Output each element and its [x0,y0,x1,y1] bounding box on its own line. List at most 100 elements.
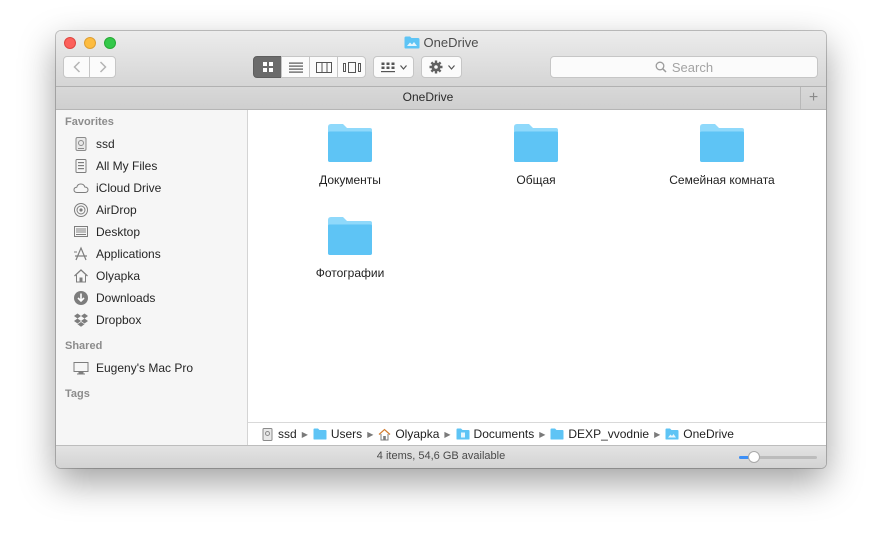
applications-icon [74,246,87,261]
sidebar-item-airdrop[interactable]: AirDrop [73,200,137,220]
icon-view-button[interactable] [253,56,282,78]
sidebar: Favorites ssd All My Files iCloud Drive … [56,110,248,445]
sidebar-item-label: AirDrop [96,203,137,217]
desktop-icon [74,226,88,237]
disk-icon [75,137,87,151]
sidebar-item-downloads[interactable]: Downloads [73,288,155,308]
path-separator-icon: ▶ [539,429,546,439]
sidebar-item-label: All My Files [96,159,158,173]
folder-name: Документы [319,173,381,187]
folder-icon [328,217,372,255]
path-label: DEXP_vvodnie [568,427,650,441]
sidebar-item-label: Eugeny's Mac Pro [96,361,194,375]
sidebar-item-label: Olyapka [96,269,141,283]
disk-icon [262,427,273,441]
folder-item[interactable]: Общая [446,123,626,187]
onedrive-folder-icon [404,36,420,49]
folder-icon [700,124,744,162]
home-icon [74,269,88,283]
all-files-icon [75,159,87,173]
status-text: 4 items, 54,6 GB available [376,450,506,462]
sidebar-item-label: Dropbox [96,313,142,327]
sidebar-item-applications[interactable]: Applications [73,244,161,264]
downloads-icon [74,291,88,305]
path-label: Olyapka [395,427,440,441]
sidebar-item-icloud-drive[interactable]: iCloud Drive [73,178,161,198]
documents-folder-icon [456,428,470,440]
folder-item[interactable]: Документы [260,123,440,187]
cover-flow-icon [342,61,361,73]
sidebar-heading-shared: Shared [65,340,103,352]
path-separator-icon: ▶ [367,429,374,439]
file-browser: Документы Общая Семейная комната Фотогра… [248,110,826,422]
cloud-icon [73,183,89,193]
sidebar-item-dropbox[interactable]: Dropbox [73,310,141,330]
path-label: OneDrive [683,427,734,441]
sidebar-item-label: iCloud Drive [96,181,162,195]
folder-icon [550,428,564,440]
chevron-right-icon [99,61,107,73]
sidebar-item-label: Applications [96,247,161,261]
forward-button[interactable] [89,56,116,78]
folder-item[interactable]: Фотографии [260,216,440,280]
path-label: Documents [473,427,535,441]
icon-size-slider[interactable] [739,451,817,463]
airdrop-icon [74,203,88,217]
search-icon [655,61,667,73]
home-icon [378,428,391,440]
action-button[interactable] [421,56,462,78]
path-item-onedrive[interactable]: OneDrive [665,427,734,441]
path-label: ssd [278,427,297,441]
sidebar-item-label: ssd [96,137,115,151]
search-placeholder: Search [671,59,714,75]
folder-icon [514,124,558,162]
back-button[interactable] [63,56,90,78]
folder-name: Общая [516,173,556,187]
chevron-left-icon [72,61,80,73]
status-bar: 4 items, 54,6 GB available [56,445,826,468]
path-separator-icon: ▶ [444,429,451,439]
navigation-buttons [63,56,117,78]
list-view-button[interactable] [281,56,310,78]
window-title: OneDrive [56,34,826,52]
gear-icon [429,60,442,74]
sidebar-item-label: Desktop [96,225,141,239]
finder-window: OneDrive Search OneDrive + Favorites ssd… [56,31,826,468]
sidebar-item-ssd[interactable]: ssd [73,134,115,154]
tab-bar: OneDrive + [56,87,826,110]
view-mode-buttons [253,56,366,78]
folder-name: Семейная комната [669,173,775,187]
icon-view-icon [262,62,273,72]
column-view-icon [315,61,332,73]
folder-name: Фотографии [315,266,385,280]
path-item-dexp-vvodnie[interactable]: DEXP_vvodnie [550,427,649,441]
folder-item[interactable]: Семейная комната [632,123,812,187]
tab-onedrive[interactable]: OneDrive [56,90,800,104]
arrange-button[interactable] [373,56,414,78]
dropbox-icon [74,313,88,327]
cover-flow-view-button[interactable] [337,56,366,78]
titlebar: OneDrive Search [56,31,826,87]
chevron-down-icon [399,64,407,70]
path-separator-icon: ▶ [301,429,308,439]
sidebar-item-desktop[interactable]: Desktop [73,222,140,242]
path-bar: ssd ▶ Users ▶ Olyapka ▶ Documents ▶ DEXP… [248,422,826,445]
sidebar-item-label: Downloads [96,291,156,305]
sidebar-item-all-my-files[interactable]: All My Files [73,156,157,176]
sidebar-heading-tags: Tags [65,388,90,400]
chevron-down-icon [447,64,455,70]
path-item-users[interactable]: Users [313,427,362,441]
sidebar-item-olyapka[interactable]: Olyapka [73,266,140,286]
path-item-documents[interactable]: Documents [456,427,535,441]
folder-icon [313,428,327,440]
arrange-icon [380,62,395,72]
path-item-ssd[interactable]: ssd [261,427,297,441]
column-view-button[interactable] [309,56,338,78]
search-field[interactable]: Search [550,56,818,78]
sidebar-item-eugenys-mac-pro[interactable]: Eugeny's Mac Pro [73,358,193,378]
path-label: Users [330,427,363,441]
onedrive-folder-icon [665,428,679,440]
path-item-olyapka[interactable]: Olyapka [378,427,439,441]
slider-knob[interactable] [747,451,760,463]
new-tab-button[interactable]: + [800,87,826,109]
